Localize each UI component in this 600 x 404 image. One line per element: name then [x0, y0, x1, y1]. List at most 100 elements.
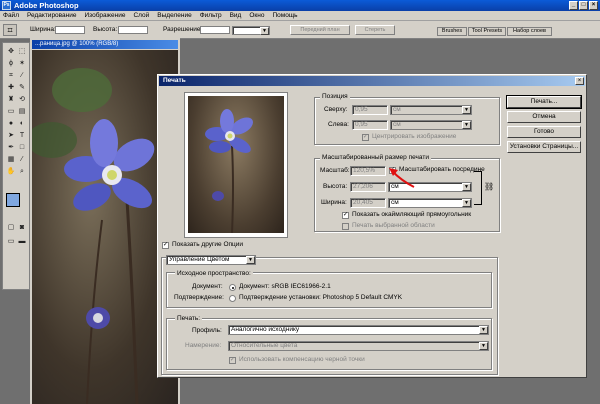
fullscreen-mode-icon[interactable]: ▬ [17, 237, 27, 247]
intent-select[interactable]: Относительные цвета ▼ [228, 341, 489, 351]
tab-brushes[interactable]: Brushes [437, 27, 467, 36]
document-radio[interactable] [229, 284, 236, 291]
foreground-color-swatch[interactable] [6, 193, 20, 207]
close-button[interactable]: × [589, 1, 598, 10]
notes-tool-icon[interactable]: ▦ [6, 155, 16, 165]
top-unit-select[interactable]: см ▼ [390, 105, 472, 115]
type-tool-icon[interactable]: T [17, 131, 27, 141]
menu-help[interactable]: Помощь [272, 11, 297, 20]
proof-label: Подтверждение: [174, 294, 224, 301]
print-selected-area-label: Печать выбранной области [352, 222, 435, 229]
proof-option-label: Подтверждение установки: Photoshop 5 Def… [239, 294, 403, 301]
resolution-label: Разрешение: [163, 26, 203, 33]
history-brush-icon[interactable]: ⟲ [17, 95, 27, 105]
profile-label: Профиль: [192, 327, 222, 334]
done-button[interactable]: Готово [507, 126, 581, 138]
profile-select[interactable]: Аналогично исходнику ▼ [228, 325, 489, 335]
preview-image[interactable] [188, 96, 284, 233]
top-label: Сверху: [324, 106, 348, 113]
chevron-down-icon: ▼ [479, 326, 488, 334]
menu-bar: Файл Редактирование Изображение Слой Выд… [0, 11, 600, 21]
scaled-print-size-legend: Масштабированный размер печати [320, 154, 431, 162]
dodge-tool-icon[interactable]: ◐ [17, 119, 27, 129]
show-bounding-box-label: Показать окаймляющий прямоугольник [352, 211, 472, 218]
height-input[interactable] [118, 26, 148, 34]
gradient-tool-icon[interactable]: ▤ [17, 107, 27, 117]
eyedropper-tool-icon[interactable]: ⁄ [17, 155, 27, 165]
left-input[interactable]: 0,95 [352, 120, 388, 130]
clear-button[interactable]: Стереть [355, 25, 395, 35]
show-bounding-box-checkbox[interactable]: ✓ [342, 212, 349, 219]
print-width-input[interactable]: 20,405 [350, 198, 386, 208]
chevron-down-icon: ▼ [462, 183, 471, 191]
height-label: Высота: [93, 26, 118, 33]
menu-image[interactable]: Изображение [85, 11, 126, 20]
resolution-input[interactable] [200, 26, 230, 34]
position-legend: Позиция [320, 93, 350, 101]
menu-window[interactable]: Окно [249, 11, 264, 20]
front-image-button[interactable]: Передний план [290, 25, 350, 35]
blur-tool-icon[interactable]: ● [6, 119, 16, 129]
zoom-tool-icon[interactable]: ⌕ [17, 167, 27, 177]
screen-mode-icon[interactable]: ▭ [6, 237, 16, 247]
intent-label: Намерение: [185, 342, 222, 349]
menu-select[interactable]: Выделение [157, 11, 191, 20]
top-input[interactable]: 0,95 [352, 105, 388, 115]
show-more-options-checkbox[interactable]: ✓ [162, 242, 169, 249]
link-icon: ⛓ [484, 182, 495, 191]
minimize-button[interactable]: _ [569, 1, 578, 10]
standard-mode-icon[interactable]: ▢ [6, 223, 16, 233]
hand-tool-icon[interactable]: ✋ [6, 167, 16, 177]
toolbox: ✥ ⬚ ϕ ✶ ⌗ ∕ ✚ ✎ ♜ ⟲ ▭ ▤ ● ◐ ➤ T ✒ □ ▦ ⁄ … [2, 42, 30, 290]
center-image-checkbox[interactable]: ✓ [362, 134, 369, 141]
width-input[interactable] [55, 26, 85, 34]
tab-tool-presets[interactable]: Tool Presets [468, 27, 506, 36]
left-unit-select[interactable]: см ▼ [390, 120, 472, 130]
print-height-input[interactable]: 27,206 [350, 182, 386, 192]
proof-radio[interactable] [229, 295, 236, 302]
document-title: ...раница.jpg @ 100% (RGB/8) [32, 40, 178, 49]
crop-tool-icon[interactable]: ⌗ [6, 71, 16, 81]
path-selection-icon[interactable]: ➤ [6, 131, 16, 141]
brush-tool-icon[interactable]: ✎ [17, 83, 27, 93]
menu-edit[interactable]: Редактирование [27, 11, 77, 20]
stamp-tool-icon[interactable]: ♜ [6, 95, 16, 105]
center-image-label: Центрировать изображение [372, 133, 457, 140]
chevron-down-icon: ▼ [479, 342, 488, 350]
marquee-tool-icon[interactable]: ⬚ [17, 47, 27, 57]
cancel-button[interactable]: Отмена [507, 111, 581, 123]
page-setup-button[interactable]: Установки Страницы... [507, 141, 581, 153]
shape-tool-icon[interactable]: □ [17, 143, 27, 153]
maximize-button[interactable]: □ [579, 1, 588, 10]
app-title: Adobe Photoshop [14, 1, 79, 10]
move-tool-icon[interactable]: ✥ [6, 47, 16, 57]
chevron-down-icon: ▼ [462, 121, 471, 129]
tab-layer-comps[interactable]: Набор слоев [507, 27, 552, 36]
scale-input[interactable]: 120,5% [350, 166, 386, 176]
pen-tool-icon[interactable]: ✒ [6, 143, 16, 153]
chevron-down-icon: ▼ [462, 106, 471, 114]
dialog-close-button[interactable]: × [575, 77, 584, 85]
chevron-down-icon: ▼ [260, 27, 269, 35]
print-button[interactable]: Печать... [506, 95, 582, 109]
print-width-unit-select[interactable]: см ▼ [388, 198, 472, 208]
quick-mask-icon[interactable]: ◙ [17, 223, 27, 233]
menu-filter[interactable]: Фильтр [200, 11, 222, 20]
color-management-select[interactable]: Управление Цветом ▼ [166, 255, 256, 265]
healing-tool-icon[interactable]: ✚ [6, 83, 16, 93]
crop-tool-icon[interactable]: ⌗ [3, 24, 17, 36]
menu-layer[interactable]: Слой [133, 11, 149, 20]
source-space-legend: Исходное пространство: [175, 270, 253, 278]
show-more-options-label: Показать другие Опции [172, 241, 244, 248]
print-selected-area-checkbox[interactable] [342, 223, 349, 230]
menu-file[interactable]: Файл [3, 11, 19, 20]
eraser-tool-icon[interactable]: ▭ [6, 107, 16, 117]
scale-label: Масштаб: [320, 167, 350, 174]
lasso-tool-icon[interactable]: ϕ [6, 59, 16, 69]
magic-wand-tool-icon[interactable]: ✶ [17, 59, 27, 69]
menu-view[interactable]: Вид [230, 11, 242, 20]
slice-tool-icon[interactable]: ∕ [17, 71, 27, 81]
chevron-down-icon: ▼ [462, 199, 471, 207]
resolution-unit-select[interactable]: ▼ [232, 26, 270, 35]
black-point-compensation-checkbox[interactable]: ✓ [229, 357, 236, 364]
